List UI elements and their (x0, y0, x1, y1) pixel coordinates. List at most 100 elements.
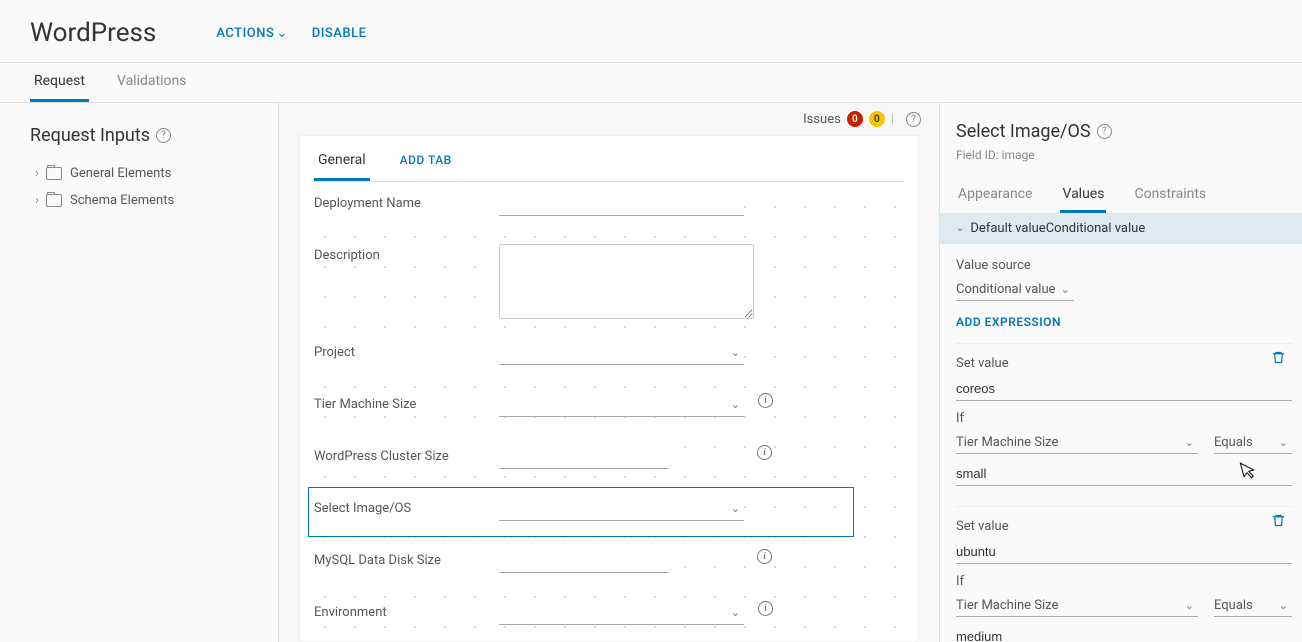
caret-icon: › (30, 193, 44, 208)
set-value-label: Set value (956, 519, 1292, 534)
request-inputs-label: Request Inputs (30, 125, 150, 146)
request-inputs-heading: Request Inputs ? (30, 125, 258, 146)
tab-appearance[interactable]: Appearance (956, 178, 1034, 213)
project-select-value[interactable] (499, 341, 727, 364)
cond-op-value: Equals (1214, 435, 1253, 450)
center-panel: Issues 0 0 | ? General ADD TAB Deploymen… (278, 103, 940, 642)
tab-request[interactable]: Request (30, 63, 89, 102)
description-textarea[interactable] (499, 244, 754, 319)
help-icon[interactable]: ? (906, 112, 921, 127)
chevron-down-icon: ⌄ (276, 26, 287, 41)
wp-cluster-size-input[interactable] (499, 445, 669, 469)
chevron-down-icon: ⌄ (727, 346, 744, 359)
image-os-value[interactable] (499, 497, 727, 520)
chevron-down-icon: ⌄ (1057, 283, 1074, 296)
info-icon[interactable]: i (758, 601, 773, 616)
tree-item-label: Schema Elements (70, 193, 174, 208)
expression-block-1: Set value If Tier Machine Size ⌄ Equals … (956, 343, 1292, 506)
issues-warning-badge[interactable]: 0 (869, 111, 885, 127)
properties-heading: Select Image/OS ? (956, 121, 1292, 142)
if-label: If (956, 411, 1292, 426)
properties-tabs: Appearance Values Constraints (956, 178, 1292, 213)
form-canvas: General ADD TAB Deployment Name Descript… (299, 135, 919, 642)
main-layout: Request Inputs ? › General Elements › Sc… (0, 103, 1302, 642)
canvas-tab-general[interactable]: General (314, 152, 370, 181)
help-icon[interactable]: ? (1097, 124, 1112, 139)
condition-operator-select[interactable]: Equals ⌄ (1214, 432, 1292, 454)
accordion-header[interactable]: ⌄ Default valueConditional value (940, 213, 1302, 244)
field-wp-cluster-size[interactable]: WordPress Cluster Size i (314, 445, 904, 469)
condition-operator-select[interactable]: Equals ⌄ (1214, 595, 1292, 617)
field-project[interactable]: Project ⌄ (314, 341, 904, 365)
trash-icon[interactable] (1271, 513, 1286, 532)
field-label: WordPress Cluster Size (314, 445, 499, 464)
image-os-select[interactable]: ⌄ (499, 497, 744, 521)
tree-item-label: General Elements (70, 166, 171, 181)
chevron-down-icon: ⌄ (1275, 599, 1292, 612)
field-deployment-name[interactable]: Deployment Name (314, 192, 904, 216)
page-title: WordPress (30, 18, 156, 48)
tab-values[interactable]: Values (1060, 178, 1106, 213)
chevron-down-icon: ⌄ (727, 398, 744, 411)
divider: | (891, 112, 894, 127)
issues-error-badge[interactable]: 0 (847, 111, 863, 127)
add-tab-button[interactable]: ADD TAB (396, 153, 456, 180)
top-tabs: Request Validations (0, 63, 1302, 103)
field-mysql-disk-size[interactable]: MySQL Data Disk Size i (314, 549, 904, 573)
right-panel: Select Image/OS ? Field ID: image Appear… (940, 103, 1302, 642)
set-value-input[interactable] (956, 540, 1292, 564)
mysql-disk-size-input[interactable] (499, 549, 669, 573)
chevron-down-icon: ⌄ (727, 606, 744, 619)
condition-field-select[interactable]: Tier Machine Size ⌄ (956, 595, 1198, 617)
issues-label: Issues (803, 112, 841, 127)
set-value-input[interactable] (956, 377, 1292, 401)
field-select-image-os[interactable]: Select Image/OS ⌄ ⋮⋮ (314, 497, 904, 521)
folder-icon (46, 167, 62, 180)
actions-label: ACTIONS (216, 26, 274, 41)
value-source-label: Value source (956, 258, 1292, 273)
chevron-down-icon: ⌄ (956, 223, 964, 234)
set-value-label: Set value (956, 356, 1292, 371)
info-icon[interactable]: i (757, 445, 772, 460)
tree-item-general-elements[interactable]: › General Elements (30, 160, 258, 187)
chevron-down-icon: ⌄ (1181, 599, 1198, 612)
value-source-value: Conditional value (956, 282, 1056, 297)
expression-block-2: Set value If Tier Machine Size ⌄ Equals … (956, 506, 1292, 642)
deployment-name-input[interactable] (499, 192, 744, 216)
help-icon[interactable]: ? (156, 128, 171, 143)
canvas-tabs: General ADD TAB (314, 152, 904, 182)
disable-button[interactable]: DISABLE (312, 26, 367, 41)
trash-icon[interactable] (1271, 350, 1286, 369)
add-expression-button[interactable]: ADD EXPRESSION (956, 315, 1292, 329)
form-area: Deployment Name Description Project ⌄ (300, 182, 918, 642)
field-label: Environment (314, 601, 499, 620)
field-id-label: Field ID: image (956, 148, 1292, 162)
tier-size-value[interactable] (499, 393, 727, 416)
environment-value[interactable] (499, 601, 727, 624)
tree-item-schema-elements[interactable]: › Schema Elements (30, 187, 258, 214)
cond-op-value: Equals (1214, 598, 1253, 613)
tab-constraints[interactable]: Constraints (1132, 178, 1208, 213)
properties-title: Select Image/OS (956, 121, 1091, 142)
condition-value-input[interactable] (956, 462, 1292, 486)
value-source-select[interactable]: Conditional value ⌄ (956, 279, 1074, 301)
folder-icon (46, 194, 62, 207)
tab-validations[interactable]: Validations (113, 63, 190, 102)
condition-value-input[interactable] (956, 625, 1292, 642)
chevron-down-icon: ⌄ (727, 502, 744, 515)
actions-dropdown[interactable]: ACTIONS ⌄ (216, 26, 287, 41)
field-tier-machine-size[interactable]: Tier Machine Size ⌄ i (314, 393, 904, 417)
field-environment[interactable]: Environment ⌄ i (314, 601, 904, 625)
tier-size-select[interactable]: ⌄ (499, 393, 744, 417)
info-icon[interactable]: i (758, 393, 773, 408)
environment-select[interactable]: ⌄ (499, 601, 744, 625)
info-icon[interactable]: i (757, 549, 772, 564)
field-label: MySQL Data Disk Size (314, 549, 499, 568)
header: WordPress ACTIONS ⌄ DISABLE (0, 0, 1302, 63)
project-select[interactable]: ⌄ (499, 341, 744, 365)
field-label: Description (314, 244, 499, 263)
field-label: Tier Machine Size (314, 393, 499, 412)
condition-field-select[interactable]: Tier Machine Size ⌄ (956, 432, 1198, 454)
field-description[interactable]: Description (314, 244, 904, 323)
cond-field-value: Tier Machine Size (956, 435, 1058, 450)
